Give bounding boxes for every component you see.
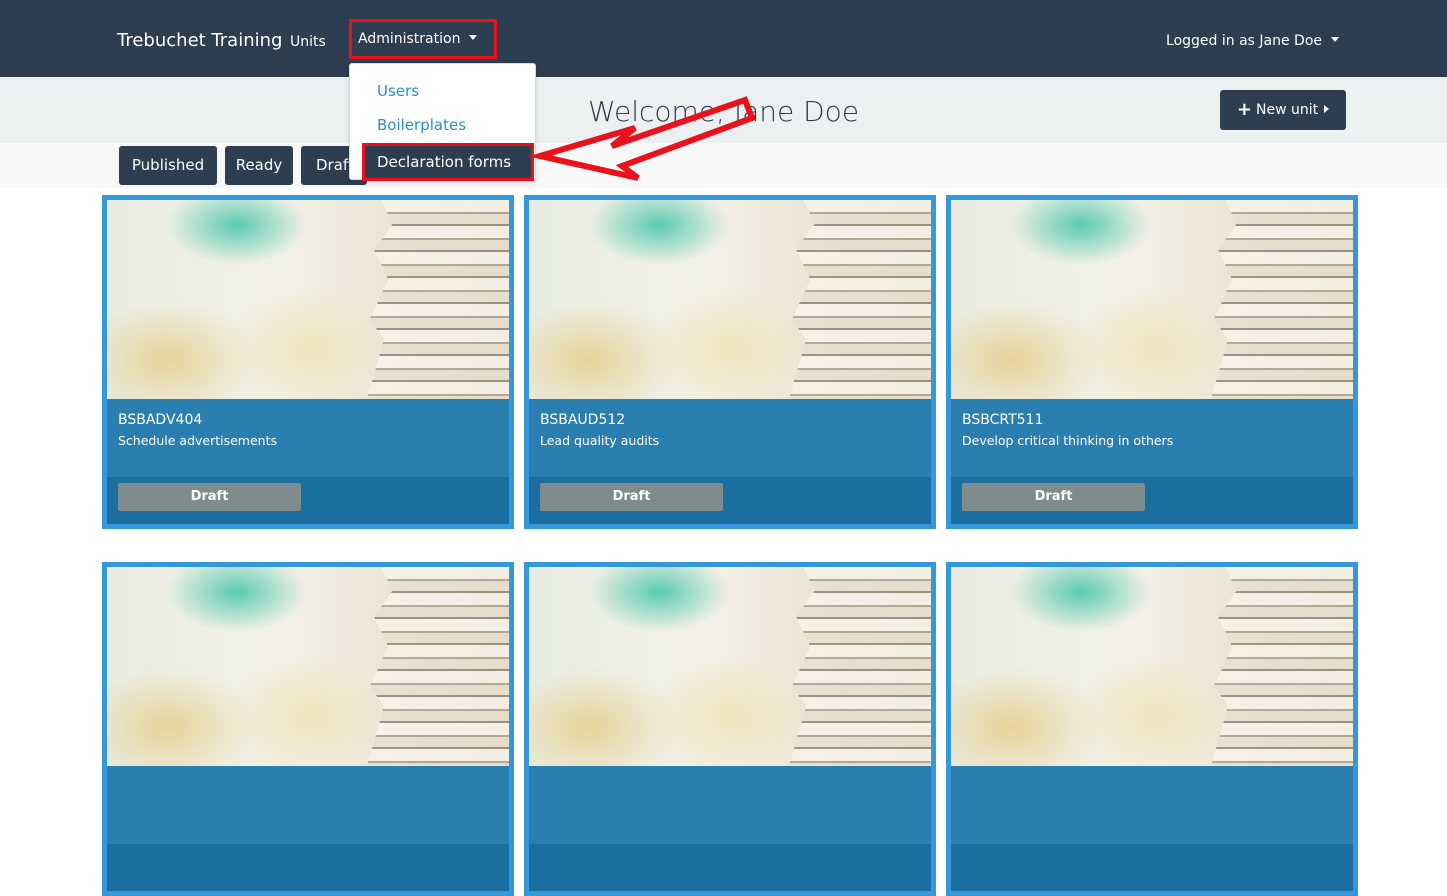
unit-card[interactable] [946, 562, 1358, 896]
filter-band [0, 143, 1447, 188]
filter-ready-button[interactable]: Ready [225, 146, 293, 185]
brand-link[interactable]: Trebuchet Training [117, 30, 282, 52]
unit-card-image [107, 200, 509, 399]
books-image [367, 567, 509, 766]
nav-units-link[interactable]: Units [290, 33, 326, 51]
status-badge: Draft [540, 483, 723, 511]
unit-card[interactable] [524, 562, 936, 896]
unit-code: BSBADV404 [118, 412, 203, 428]
menu-item-boilerplates[interactable]: Boilerplates [377, 115, 466, 135]
unit-card-info [107, 766, 509, 844]
unit-code: BSBAUD512 [540, 412, 626, 428]
status-badge: Draft [118, 483, 301, 511]
nav-administration-dropdown[interactable]: Administration [349, 19, 497, 59]
books-image [789, 200, 931, 399]
caret-right-icon [1324, 105, 1330, 113]
unit-card-image [107, 567, 509, 766]
menu-item-users[interactable]: Users [377, 81, 419, 101]
unit-name: Develop critical thinking in others [962, 433, 1174, 448]
unit-name: Lead quality audits [540, 433, 660, 448]
menu-item-declaration-forms[interactable]: Declaration forms [362, 143, 534, 181]
unit-code: BSBCRT511 [962, 412, 1044, 428]
unit-card[interactable]: BSBCRT511 Develop critical thinking in o… [946, 195, 1358, 529]
unit-card-image [529, 200, 931, 399]
user-menu-label: Logged in as Jane Doe [1166, 33, 1322, 49]
status-badge: Draft [962, 483, 1145, 511]
unit-card-info [529, 766, 931, 844]
unit-name: Schedule advertisements [118, 433, 278, 448]
caret-down-icon [469, 35, 478, 40]
books-image [789, 567, 931, 766]
plus-icon: + [1236, 99, 1252, 120]
unit-card[interactable]: BSBADV404 Schedule advertisements Draft [102, 195, 514, 529]
unit-card-info [951, 766, 1353, 844]
administration-dropdown-menu: Users Boilerplates Declaration forms [349, 63, 536, 181]
books-image [1211, 567, 1353, 766]
unit-card-image [951, 200, 1353, 399]
top-navbar: Trebuchet Training Units Administration … [0, 0, 1447, 77]
new-unit-label: New unit [1255, 102, 1319, 118]
unit-card-image [951, 567, 1353, 766]
nav-administration-label: Administration [358, 31, 461, 47]
unit-card[interactable]: BSBAUD512 Lead quality audits Draft [524, 195, 936, 529]
new-unit-button[interactable]: + New unit [1220, 90, 1346, 130]
books-image [1211, 200, 1353, 399]
books-image [367, 200, 509, 399]
caret-down-icon [1331, 37, 1339, 42]
unit-card[interactable] [102, 562, 514, 896]
unit-card-image [529, 567, 931, 766]
user-menu-dropdown[interactable]: Logged in as Jane Doe [1166, 32, 1339, 50]
filter-published-button[interactable]: Published [119, 146, 217, 185]
